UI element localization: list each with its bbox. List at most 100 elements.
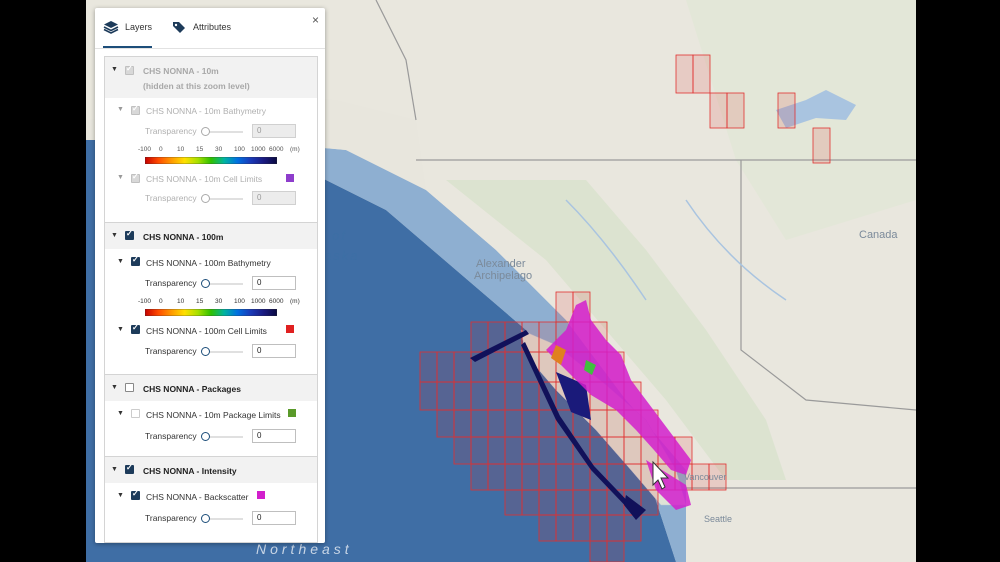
layer-10m-package-limits: ▼ CHS NONNA - 10m Package Limits	[105, 401, 317, 421]
layers-icon	[103, 21, 119, 34]
layer-backscatter-checkbox[interactable]	[131, 489, 140, 500]
map-label-archipelago: Archipelago	[474, 270, 533, 282]
caret-down-icon[interactable]: ▼	[111, 232, 118, 239]
layers-panel: Layers Attributes × ▼ CHS NONNA - 10m (h…	[95, 8, 325, 543]
group-packages-title: CHS NONNA - Packages	[143, 384, 241, 394]
layer-10m-cell-limits-label: CHS NONNA - 10m Cell Limits	[146, 174, 263, 184]
group-10m-title: CHS NONNA - 10m	[143, 66, 219, 76]
transparency-input[interactable]: 0	[252, 429, 296, 443]
caret-down-icon[interactable]: ▼	[117, 492, 124, 499]
layer-group-packages: ▼ CHS NONNA - Packages ▼ CHS NONNA - 10m…	[105, 375, 317, 457]
group-header-intensity: ▼ CHS NONNA - Intensity	[105, 457, 317, 483]
group-10m-subtitle: (hidden at this zoom level)	[143, 81, 250, 91]
tab-attributes[interactable]: Attributes	[171, 8, 231, 46]
transparency-row: Transparency 0	[105, 269, 317, 290]
layer-10m-bathymetry: ▼ CHS NONNA - 10m Bathymetry	[105, 98, 317, 118]
transparency-label: Transparency	[145, 193, 197, 203]
layer-list: ▼ CHS NONNA - 10m (hidden at this zoom l…	[104, 56, 318, 543]
caret-down-icon[interactable]: ▼	[117, 258, 124, 265]
layer-swatch	[257, 491, 265, 499]
tag-icon	[173, 22, 185, 33]
slider-knob[interactable]	[201, 127, 210, 136]
scale-tick: 6000	[269, 146, 284, 153]
transparency-slider[interactable]	[201, 347, 243, 356]
layer-swatch	[288, 409, 296, 417]
caret-down-icon[interactable]: ▼	[111, 466, 118, 473]
scale-tick: 10	[177, 298, 185, 305]
transparency-label: Transparency	[145, 126, 197, 136]
group-header-100m: ▼ CHS NONNA - 100m	[105, 223, 317, 249]
transparency-input[interactable]: 0	[252, 124, 296, 138]
transparency-label: Transparency	[145, 346, 197, 356]
slider-knob[interactable]	[201, 347, 210, 356]
scale-tick: 1000	[251, 298, 266, 305]
slider-knob[interactable]	[201, 432, 210, 441]
slider-knob[interactable]	[201, 194, 210, 203]
map-label-alexander: Alexander	[476, 258, 526, 270]
scale-tick: 100	[234, 146, 245, 153]
bathymetry-color-ramp	[145, 309, 277, 316]
layer-backscatter: ▼ CHS NONNA - Backscatter	[105, 483, 317, 503]
scale-tick: 30	[215, 298, 223, 305]
map-label-northeast: Northeast	[256, 541, 353, 557]
transparency-input[interactable]: 0	[252, 344, 296, 358]
tab-attributes-label: Attributes	[193, 22, 232, 32]
scale-tick: (m)	[290, 146, 300, 153]
transparency-label: Transparency	[145, 431, 197, 441]
panel-tabs: Layers Attributes ×	[95, 8, 325, 49]
transparency-slider[interactable]	[201, 194, 243, 203]
group-10m-checkbox[interactable]	[125, 64, 134, 75]
caret-down-icon[interactable]: ▼	[117, 106, 124, 113]
layer-10m-cell-limits-checkbox[interactable]	[131, 172, 140, 183]
transparency-row: Transparency 0	[105, 503, 317, 525]
group-intensity-title: CHS NONNA - Intensity	[143, 466, 237, 476]
layer-100m-bathymetry-checkbox[interactable]	[131, 255, 140, 266]
map-label-seattle: Seattle	[704, 514, 733, 524]
transparency-slider[interactable]	[201, 279, 243, 288]
caret-down-icon[interactable]: ▼	[111, 66, 118, 73]
layer-swatch	[286, 325, 294, 333]
transparency-row: Transparency 0	[105, 339, 317, 359]
scale-tick: 15	[196, 298, 204, 305]
bathymetry-scale-10m: -100 0 10 15 30 100 1000 6000 (m)	[105, 138, 317, 168]
transparency-slider[interactable]	[201, 514, 243, 523]
transparency-slider[interactable]	[201, 432, 243, 441]
layer-group-100m: ▼ CHS NONNA - 100m ▼ CHS NONNA - 100m Ba…	[105, 223, 317, 375]
group-header-10m: ▼ CHS NONNA - 10m (hidden at this zoom l…	[105, 57, 317, 98]
transparency-input[interactable]: 0	[252, 276, 296, 290]
scale-tick: (m)	[290, 298, 300, 305]
group-intensity-checkbox[interactable]	[125, 463, 134, 474]
transparency-input[interactable]: 0	[252, 511, 296, 525]
bathymetry-scale-100m: -100 0 10 15 30 100 1000 6000 (m)	[105, 289, 317, 319]
scale-tick: 30	[215, 146, 223, 153]
slider-knob[interactable]	[201, 514, 210, 523]
transparency-row: Transparency 0	[105, 118, 317, 138]
close-icon[interactable]: ×	[312, 13, 319, 27]
layer-group-10m: ▼ CHS NONNA - 10m (hidden at this zoom l…	[105, 57, 317, 223]
layer-100m-cell-limits-checkbox[interactable]	[131, 323, 140, 334]
transparency-slider[interactable]	[201, 127, 243, 136]
layer-package-limits-checkbox[interactable]	[131, 409, 140, 418]
layer-100m-cell-limits: ▼ CHS NONNA - 100m Cell Limits	[105, 319, 317, 339]
scale-tick: 15	[196, 146, 204, 153]
caret-down-icon[interactable]: ▼	[117, 410, 124, 417]
transparency-input[interactable]: 0	[252, 191, 296, 205]
transparency-row: Transparency 0	[105, 188, 317, 208]
layer-group-intensity: ▼ CHS NONNA - Intensity ▼ CHS NONNA - Ba…	[105, 457, 317, 538]
layer-10m-bathymetry-checkbox[interactable]	[131, 104, 140, 115]
group-100m-checkbox[interactable]	[125, 229, 134, 240]
layer-package-limits-label: CHS NONNA - 10m Package Limits	[146, 410, 281, 420]
scale-tick: 100	[234, 298, 245, 305]
scale-tick: 0	[159, 146, 163, 153]
caret-down-icon[interactable]: ▼	[117, 326, 124, 333]
group-header-packages: ▼ CHS NONNA - Packages	[105, 375, 317, 401]
slider-knob[interactable]	[201, 279, 210, 288]
transparency-row: Transparency 0	[105, 421, 317, 443]
layer-100m-cell-limits-label: CHS NONNA - 100m Cell Limits	[146, 326, 267, 336]
scale-tick: -100	[138, 146, 152, 153]
caret-down-icon[interactable]: ▼	[111, 384, 118, 391]
caret-down-icon[interactable]: ▼	[117, 174, 124, 181]
group-packages-checkbox[interactable]	[125, 383, 134, 392]
layer-100m-bathymetry: ▼ CHS NONNA - 100m Bathymetry	[105, 249, 317, 269]
tab-layers[interactable]: Layers	[103, 8, 153, 48]
